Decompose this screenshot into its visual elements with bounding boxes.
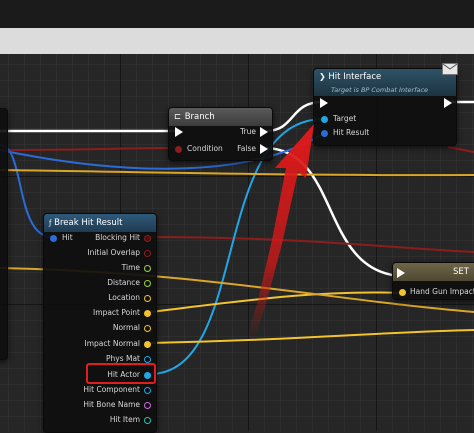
annotation-arrow <box>247 124 314 340</box>
